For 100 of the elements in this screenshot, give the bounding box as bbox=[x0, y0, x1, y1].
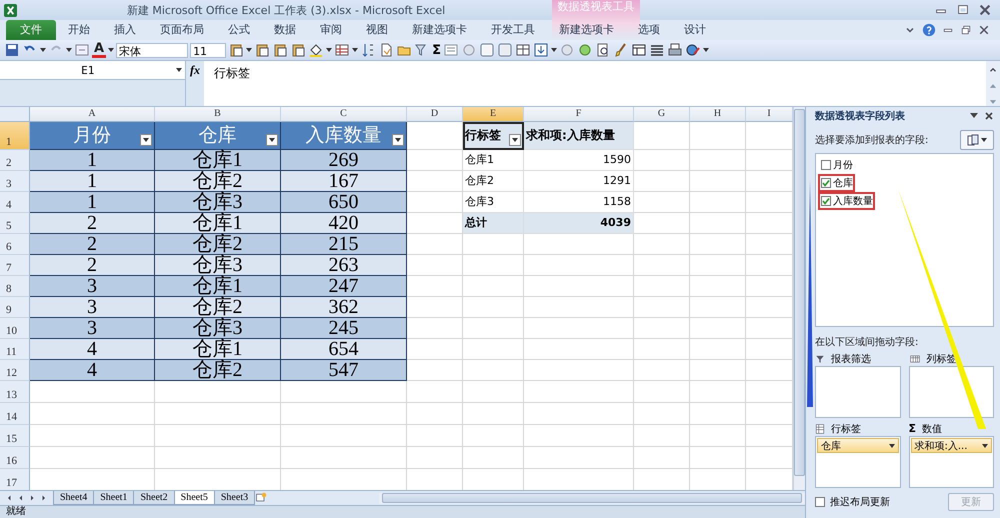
row-header[interactable]: 7 bbox=[0, 255, 30, 276]
ribbon-tab[interactable]: 视图 bbox=[354, 20, 400, 40]
filter-dropdown[interactable] bbox=[266, 134, 278, 146]
row-header[interactable]: 14 bbox=[0, 403, 30, 425]
save-icon[interactable] bbox=[4, 42, 20, 58]
caret-icon[interactable] bbox=[970, 113, 978, 119]
vertical-scrollbar[interactable] bbox=[793, 107, 805, 490]
ribbon-tab[interactable]: 数据 bbox=[262, 20, 308, 40]
row-header[interactable]: 8 bbox=[0, 276, 30, 297]
caret-icon[interactable] bbox=[352, 48, 358, 52]
field-item[interactable]: 入库数量 bbox=[818, 192, 875, 210]
columns-icon[interactable] bbox=[908, 354, 920, 364]
ribbon-tab[interactable]: 插入 bbox=[102, 20, 148, 40]
clipboard-icon[interactable] bbox=[254, 42, 270, 58]
close-icon[interactable] bbox=[984, 111, 994, 121]
paint-bucket-icon[interactable] bbox=[308, 42, 324, 58]
sheet-tab[interactable]: Sheet4 bbox=[53, 491, 94, 505]
ribbon-tab[interactable]: 审阅 bbox=[308, 20, 354, 40]
row-header[interactable]: 15 bbox=[0, 425, 30, 447]
row-header[interactable]: 13 bbox=[0, 381, 30, 403]
list-icon[interactable] bbox=[442, 42, 459, 58]
ribbon-tab[interactable]: 页面布局 bbox=[148, 20, 216, 40]
ribbon-tab[interactable]: 开发工具 bbox=[479, 20, 547, 40]
row-header[interactable]: 12 bbox=[0, 360, 30, 381]
formula-field[interactable]: 行标签 bbox=[204, 61, 986, 106]
row-header[interactable]: 9 bbox=[0, 297, 30, 318]
filter-icon[interactable] bbox=[815, 354, 825, 364]
caret-icon[interactable] bbox=[66, 48, 72, 52]
field-item[interactable]: 仓库 bbox=[818, 174, 855, 192]
row-header[interactable]: 2 bbox=[0, 150, 30, 171]
maximize-icon[interactable] bbox=[956, 3, 970, 17]
sheet-tab[interactable]: Sheet1 bbox=[93, 491, 134, 505]
column-header[interactable]: A bbox=[30, 107, 155, 122]
customize-caret-icon[interactable] bbox=[702, 48, 709, 52]
close-icon[interactable] bbox=[978, 3, 992, 17]
checkbox[interactable] bbox=[821, 160, 831, 170]
ribbon-tab[interactable]: 选项 bbox=[626, 20, 672, 40]
row-header[interactable]: 11 bbox=[0, 339, 30, 360]
row-header[interactable]: 4 bbox=[0, 192, 30, 213]
column-header[interactable]: I bbox=[746, 107, 793, 122]
area-field-dropdown[interactable]: 求和项:入... bbox=[910, 438, 992, 453]
filter-dropdown[interactable] bbox=[392, 134, 404, 146]
row-header[interactable]: 1 bbox=[0, 122, 30, 150]
page-icon[interactable] bbox=[496, 42, 513, 58]
table-icon[interactable] bbox=[630, 42, 647, 58]
clipboard-icon[interactable] bbox=[290, 42, 306, 58]
font-size-field[interactable]: 11 bbox=[190, 42, 226, 58]
column-header[interactable]: F bbox=[524, 107, 634, 122]
sheet-tab[interactable]: Sheet3 bbox=[214, 491, 256, 505]
checkbox[interactable] bbox=[821, 196, 831, 206]
row-header[interactable]: 16 bbox=[0, 447, 30, 469]
spreadsheet-app-icon[interactable] bbox=[4, 4, 17, 16]
insert-sheet-icon[interactable] bbox=[254, 492, 268, 504]
column-header[interactable]: G bbox=[634, 107, 690, 122]
ribbon-tab[interactable]: 新建选项卡 bbox=[547, 20, 626, 40]
layout-button[interactable] bbox=[960, 130, 994, 150]
area-field-dropdown[interactable]: 仓库 bbox=[817, 438, 898, 453]
checkbox[interactable] bbox=[815, 497, 825, 507]
column-header[interactable]: D bbox=[407, 107, 463, 122]
column-header[interactable]: B bbox=[155, 107, 281, 122]
row-header[interactable]: 17 bbox=[0, 469, 30, 490]
help-icon[interactable] bbox=[922, 23, 936, 37]
insert-function-button[interactable]: fx bbox=[186, 61, 204, 106]
column-header[interactable]: E bbox=[463, 107, 524, 122]
drop-area[interactable]: 求和项:入... bbox=[908, 436, 994, 488]
ribbon-tab[interactable]: 设计 bbox=[672, 20, 718, 40]
caret-icon[interactable] bbox=[246, 48, 252, 52]
ribbon-tab[interactable]: 公式 bbox=[216, 20, 262, 40]
restore-icon[interactable] bbox=[960, 24, 972, 36]
caret-icon[interactable] bbox=[108, 48, 114, 52]
table-icon[interactable] bbox=[334, 42, 350, 58]
rows-icon[interactable] bbox=[815, 424, 825, 434]
sheet-tab[interactable]: Sheet2 bbox=[133, 491, 175, 505]
drop-area[interactable]: 仓库 bbox=[815, 436, 900, 488]
row-header[interactable]: 6 bbox=[0, 234, 30, 255]
download-icon[interactable] bbox=[532, 42, 549, 58]
font-color-button[interactable]: A bbox=[92, 42, 106, 58]
row-header[interactable]: 10 bbox=[0, 318, 30, 339]
filter-dropdown[interactable] bbox=[140, 134, 152, 146]
globe-icon[interactable] bbox=[684, 42, 701, 58]
column-header[interactable]: H bbox=[690, 107, 746, 122]
ribbon-tab[interactable]: 开始 bbox=[56, 20, 102, 40]
sheet-tab[interactable]: Sheet5 bbox=[174, 491, 215, 505]
clipboard-icon[interactable] bbox=[272, 42, 288, 58]
sum-icon[interactable]: Σ bbox=[432, 42, 441, 58]
caret-icon[interactable] bbox=[550, 48, 557, 52]
name-box[interactable]: E1 bbox=[0, 61, 185, 80]
caret-icon[interactable] bbox=[40, 48, 46, 52]
circle-icon[interactable] bbox=[576, 42, 593, 58]
page-icon[interactable] bbox=[478, 42, 495, 58]
horizontal-scrollbar[interactable] bbox=[379, 492, 805, 504]
column-header[interactable]: C bbox=[281, 107, 407, 122]
row-header[interactable]: 3 bbox=[0, 171, 30, 192]
font-field[interactable]: 宋体 bbox=[116, 42, 188, 58]
ribbon-tab[interactable]: 新建选项卡 bbox=[400, 20, 479, 40]
caret-icon[interactable] bbox=[326, 48, 332, 52]
row-header[interactable]: 5 bbox=[0, 213, 30, 234]
table-icon[interactable] bbox=[514, 42, 531, 58]
checkbox[interactable] bbox=[821, 178, 831, 188]
clipboard-icon[interactable] bbox=[228, 42, 244, 58]
